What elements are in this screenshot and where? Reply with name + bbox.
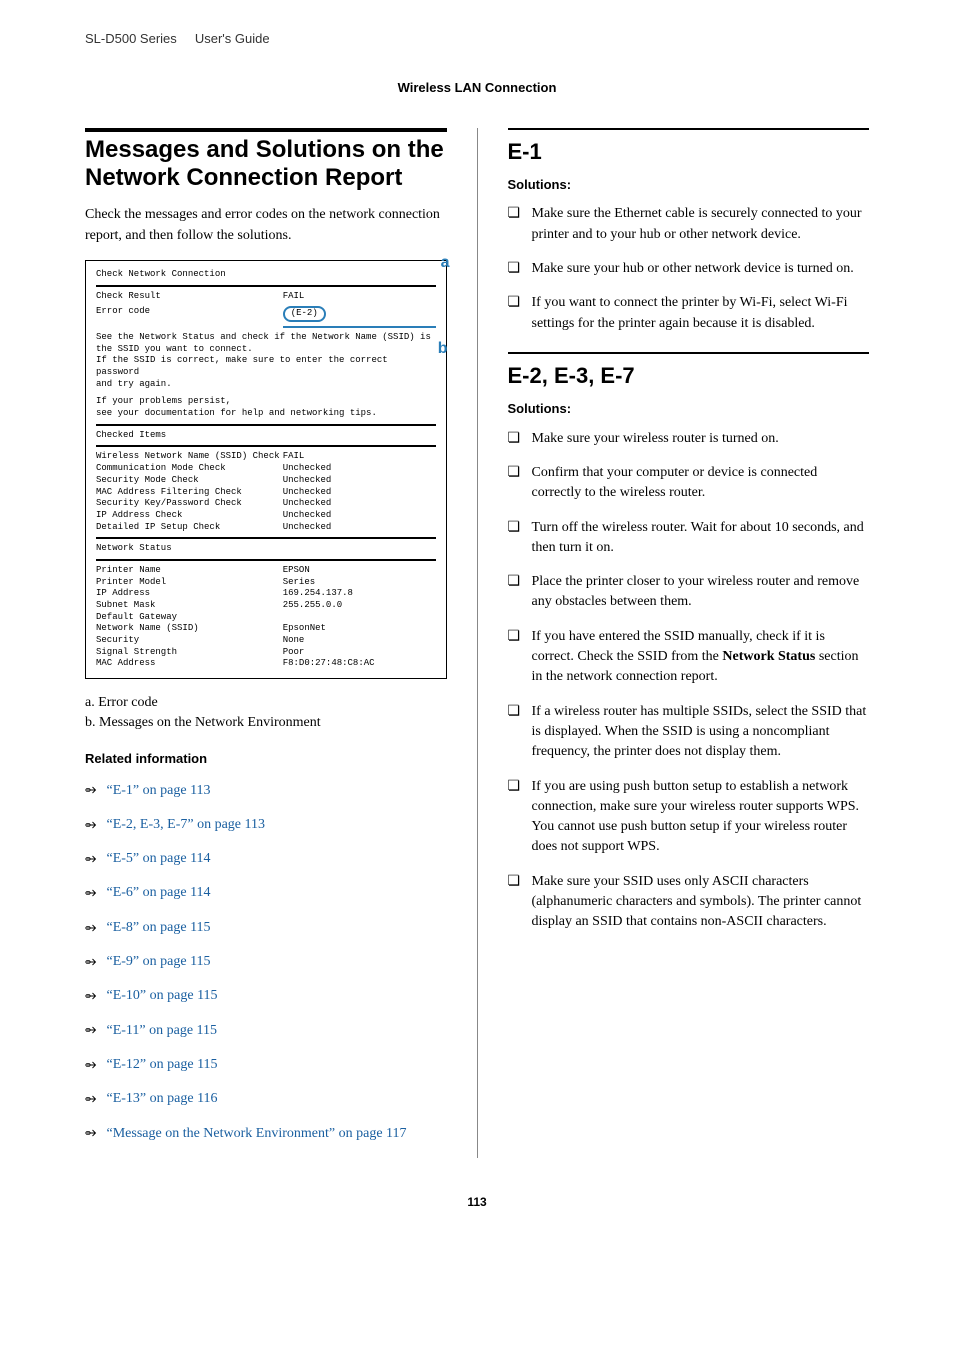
legend: a. Error code b. Messages on the Network… (85, 693, 447, 734)
related-link[interactable]: “E-9” on page 115 (85, 952, 447, 972)
network-report-image: a b Check Network Connection Check Resul… (85, 260, 447, 679)
solution-item: If a wireless router has multiple SSIDs,… (508, 702, 870, 763)
report-row: Default Gateway (96, 612, 436, 624)
hand-pointer-icon (85, 1093, 103, 1105)
hand-pointer-icon (85, 784, 103, 796)
error-code-label: Error code (96, 306, 283, 322)
related-link[interactable]: “E-5” on page 114 (85, 849, 447, 869)
callout-b-label: b (438, 339, 448, 360)
right-column: E-1 Solutions: Make sure the Ethernet ca… (508, 128, 870, 1158)
report-row: Signal StrengthPoor (96, 647, 436, 659)
page-header: SL-D500 Series User's Guide (85, 30, 869, 49)
check-result-value: FAIL (283, 291, 436, 303)
report-row: MAC Address Filtering CheckUnchecked (96, 487, 436, 499)
e237-heading: E-2, E-3, E-7 (508, 360, 870, 392)
report-msg: see your documentation for help and netw… (96, 408, 436, 420)
report-msg: the SSID you want to connect. (96, 344, 436, 356)
check-result-label: Check Result (96, 291, 283, 303)
report-row: SecurityNone (96, 635, 436, 647)
left-column: Messages and Solutions on the Network Co… (85, 128, 447, 1158)
report-row: Detailed IP Setup CheckUnchecked (96, 522, 436, 534)
hand-pointer-icon (85, 922, 103, 934)
related-link[interactable]: “E-11” on page 115 (85, 1021, 447, 1041)
hand-pointer-icon (85, 853, 103, 865)
related-link[interactable]: “E-12” on page 115 (85, 1055, 447, 1075)
title-rule (85, 128, 447, 132)
solution-item: If you want to connect the printer by Wi… (508, 293, 870, 334)
checked-items-heading: Checked Items (96, 430, 436, 442)
report-title: Check Network Connection (96, 269, 436, 281)
report-row: IP Address CheckUnchecked (96, 510, 436, 522)
solution-item: Place the printer closer to your wireles… (508, 572, 870, 613)
solutions-label: Solutions: (508, 400, 870, 419)
doc-type: User's Guide (195, 31, 270, 46)
legend-b: b. Messages on the Network Environment (85, 713, 447, 733)
solution-item: Turn off the wireless router. Wait for a… (508, 518, 870, 559)
report-row: IP Address169.254.137.8 (96, 588, 436, 600)
report-row: Printer NameEPSON (96, 565, 436, 577)
column-divider (477, 128, 478, 1158)
solution-item: Make sure your hub or other network devi… (508, 259, 870, 279)
hand-pointer-icon (85, 1127, 103, 1139)
e237-solutions-list: Make sure your wireless router is turned… (508, 429, 870, 933)
report-msg: If your problems persist, (96, 396, 436, 408)
hand-pointer-icon (85, 956, 103, 968)
solution-item: If you are using push button setup to es… (508, 777, 870, 858)
e1-solutions-list: Make sure the Ethernet cable is securely… (508, 204, 870, 333)
section-name: Wireless LAN Connection (85, 79, 869, 98)
solution-item: Make sure your wireless router is turned… (508, 429, 870, 449)
related-link[interactable]: “E-2, E-3, E-7” on page 113 (85, 815, 447, 835)
solution-item: Make sure the Ethernet cable is securely… (508, 204, 870, 245)
report-msg: See the Network Status and check if the … (96, 332, 436, 344)
report-row: Printer ModelSeries (96, 577, 436, 589)
related-link[interactable]: “Message on the Network Environment” on … (85, 1124, 447, 1144)
report-row: Security Key/Password CheckUnchecked (96, 498, 436, 510)
report-row: Network Name (SSID)EpsonNet (96, 623, 436, 635)
report-msg: and try again. (96, 379, 436, 391)
related-link[interactable]: “E-13” on page 116 (85, 1089, 447, 1109)
report-row: MAC AddressF8:D0:27:48:C8:AC (96, 658, 436, 670)
solutions-label: Solutions: (508, 176, 870, 195)
product-name: SL-D500 Series (85, 31, 177, 46)
report-row: Communication Mode CheckUnchecked (96, 463, 436, 475)
e1-heading: E-1 (508, 136, 870, 168)
related-link[interactable]: “E-1” on page 113 (85, 781, 447, 801)
hand-pointer-icon (85, 887, 103, 899)
callout-a-label: a (441, 253, 450, 274)
solution-item: If you have entered the SSID manually, c… (508, 627, 870, 688)
related-link[interactable]: “E-10” on page 115 (85, 986, 447, 1006)
report-msg: If the SSID is correct, make sure to ent… (96, 355, 436, 378)
hand-pointer-icon (85, 1059, 103, 1071)
intro-paragraph: Check the messages and error codes on th… (85, 205, 447, 246)
page-number: 113 (85, 1194, 869, 1211)
hand-pointer-icon (85, 990, 103, 1002)
report-row: Subnet Mask255.255.0.0 (96, 600, 436, 612)
network-status-heading: Network Status (96, 543, 436, 555)
solution-item: Make sure your SSID uses only ASCII char… (508, 872, 870, 933)
related-link[interactable]: “E-6” on page 114 (85, 883, 447, 903)
report-row: Security Mode CheckUnchecked (96, 475, 436, 487)
solution-item: Confirm that your computer or device is … (508, 463, 870, 504)
error-code-value: (E-2) (283, 306, 326, 322)
related-info-heading: Related information (85, 750, 447, 769)
legend-a: a. Error code (85, 693, 447, 713)
related-link[interactable]: “E-8” on page 115 (85, 918, 447, 938)
main-heading: Messages and Solutions on the Network Co… (85, 136, 447, 194)
hand-pointer-icon (85, 819, 103, 831)
report-row: Wireless Network Name (SSID) CheckFAIL (96, 451, 436, 463)
hand-pointer-icon (85, 1024, 103, 1036)
